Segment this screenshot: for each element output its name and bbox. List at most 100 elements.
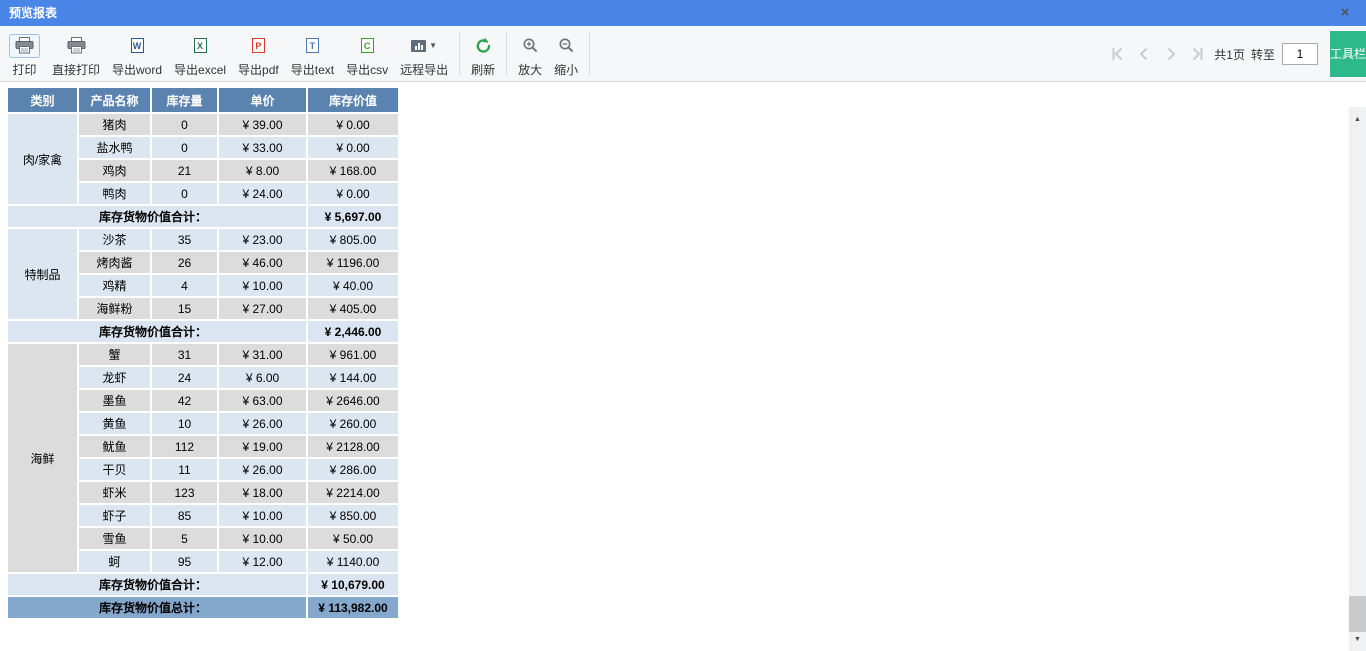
- unit-price-cell: ¥ 19.00: [219, 436, 306, 457]
- scrollbar-thumb[interactable]: [1349, 596, 1366, 632]
- subtotal-value-cell: ¥ 10,679.00: [308, 574, 398, 595]
- stock-qty-cell: 85: [152, 505, 217, 526]
- category-cell: 海鲜: [8, 344, 77, 572]
- table-row: 特制品 沙茶 35 ¥ 23.00 ¥ 805.00: [8, 229, 398, 319]
- product-name-cell: 鱿鱼: [79, 436, 150, 457]
- unit-price-cell: ¥ 39.00: [219, 114, 306, 135]
- product-name-cell: 黄鱼: [79, 413, 150, 434]
- product-name-cell: 干贝: [79, 459, 150, 480]
- stock-qty-cell: 15: [152, 298, 217, 319]
- grand-total-label-cell: 库存货物价值总计：: [8, 597, 306, 618]
- refresh-button[interactable]: 刷新: [466, 30, 500, 78]
- stock-qty-cell: 42: [152, 390, 217, 411]
- word-doc-icon: W: [130, 38, 144, 53]
- product-name-cell: 龙虾: [79, 367, 150, 388]
- stock-qty-cell: 0: [152, 114, 217, 135]
- stock-value-cell: ¥ 0.00: [308, 137, 398, 158]
- unit-price-cell: ¥ 8.00: [219, 160, 306, 181]
- subtotal-row: 库存货物价值合计： ¥ 5,697.00: [8, 206, 398, 227]
- printer-icon: [67, 34, 86, 58]
- product-name-cell: 鸭肉: [79, 183, 150, 204]
- dropdown-caret-icon: ▼: [429, 41, 438, 50]
- scroll-up-icon[interactable]: ▲: [1349, 111, 1366, 127]
- product-name-cell: 海鲜粉: [79, 298, 150, 319]
- unit-price-cell: ¥ 10.00: [219, 528, 306, 549]
- export-pdf-button[interactable]: P 导出pdf: [233, 30, 284, 78]
- stock-value-cell: ¥ 0.00: [308, 183, 398, 204]
- stock-value-cell: ¥ 405.00: [308, 298, 398, 319]
- subtotal-row: 库存货物价值合计： ¥ 2,446.00: [8, 321, 398, 342]
- stock-value-cell: ¥ 50.00: [308, 528, 398, 549]
- column-header: 单价: [219, 88, 306, 112]
- zoom-out-label: 缩小: [554, 62, 579, 77]
- stock-value-cell: ¥ 168.00: [308, 160, 398, 181]
- close-icon[interactable]: ×: [1332, 0, 1358, 26]
- zoom-out-button[interactable]: 缩小: [549, 30, 583, 78]
- stock-qty-cell: 4: [152, 275, 217, 296]
- stock-value-cell: ¥ 1196.00: [308, 252, 398, 273]
- export-csv-button[interactable]: C 导出csv: [341, 30, 393, 78]
- column-header: 类别: [8, 88, 77, 112]
- stock-qty-cell: 10: [152, 413, 217, 434]
- product-name-cell: 蟹: [79, 344, 150, 365]
- product-name-cell: 虾子: [79, 505, 150, 526]
- stock-qty-cell: 24: [152, 367, 217, 388]
- export-word-label: 导出word: [112, 62, 163, 77]
- print-button[interactable]: 打印: [4, 30, 45, 78]
- stock-value-cell: ¥ 961.00: [308, 344, 398, 365]
- zoom-in-button[interactable]: 放大: [513, 30, 547, 78]
- grand-total-value-cell: ¥ 113,982.00: [308, 597, 398, 618]
- stock-qty-cell: 21: [152, 160, 217, 181]
- export-text-button[interactable]: T 导出text: [286, 30, 339, 78]
- first-page-button[interactable]: [1103, 41, 1130, 68]
- report-preview-window: 预览报表 × 打印 直接打印 W 导出word X 导出excel P 导出pdf T 导出tex…: [0, 0, 1366, 651]
- page-number-input[interactable]: [1282, 43, 1318, 65]
- stock-value-cell: ¥ 2128.00: [308, 436, 398, 457]
- export-excel-button[interactable]: X 导出excel: [169, 30, 231, 78]
- stock-value-cell: ¥ 1140.00: [308, 551, 398, 572]
- tool-panel-toggle-button[interactable]: 工具栏: [1330, 31, 1366, 77]
- text-doc-icon: T: [305, 38, 319, 53]
- product-name-cell: 鸡肉: [79, 160, 150, 181]
- remote-export-label: 远程导出: [400, 62, 449, 77]
- export-pdf-label: 导出pdf: [238, 62, 279, 77]
- product-name-cell: 沙茶: [79, 229, 150, 250]
- stock-value-cell: ¥ 260.00: [308, 413, 398, 434]
- stock-qty-cell: 11: [152, 459, 217, 480]
- zoom-in-label: 放大: [518, 62, 543, 77]
- goto-page-label: 转至: [1250, 47, 1275, 62]
- export-word-button[interactable]: W 导出word: [107, 30, 167, 78]
- unit-price-cell: ¥ 12.00: [219, 551, 306, 572]
- table-row: 肉/家禽 猪肉 0 ¥ 39.00 ¥ 0.00: [8, 114, 398, 204]
- vertical-scrollbar[interactable]: ▲ ▼: [1349, 107, 1366, 651]
- direct-print-button[interactable]: 直接打印: [47, 30, 105, 78]
- remote-export-button[interactable]: ▼ 远程导出: [395, 30, 453, 78]
- subtotal-value-cell: ¥ 5,697.00: [308, 206, 398, 227]
- last-page-button[interactable]: [1184, 41, 1211, 68]
- unit-price-cell: ¥ 33.00: [219, 137, 306, 158]
- text-doc-icon: T: [305, 34, 319, 58]
- stock-qty-cell: 112: [152, 436, 217, 457]
- refresh-label: 刷新: [471, 62, 496, 77]
- pdf-doc-icon: P: [251, 34, 265, 58]
- direct-print-label: 直接打印: [52, 62, 101, 77]
- export-excel-label: 导出excel: [174, 62, 227, 77]
- unit-price-cell: ¥ 24.00: [219, 183, 306, 204]
- stock-qty-cell: 95: [152, 551, 217, 572]
- excel-doc-icon: X: [193, 38, 207, 53]
- export-csv-label: 导出csv: [346, 62, 389, 77]
- word-doc-icon: W: [130, 34, 144, 58]
- unit-price-cell: ¥ 6.00: [219, 367, 306, 388]
- subtotal-value-cell: ¥ 2,446.00: [308, 321, 398, 342]
- export-text-label: 导出text: [290, 62, 335, 77]
- stock-qty-cell: 0: [152, 183, 217, 204]
- unit-price-cell: ¥ 46.00: [219, 252, 306, 273]
- scroll-down-icon[interactable]: ▼: [1349, 631, 1366, 647]
- unit-price-cell: ¥ 18.00: [219, 482, 306, 503]
- previous-page-button[interactable]: [1130, 41, 1157, 68]
- unit-price-cell: ¥ 10.00: [219, 275, 306, 296]
- subtotal-label-cell: 库存货物价值合计：: [8, 574, 306, 595]
- next-page-button[interactable]: [1157, 41, 1184, 68]
- product-name-cell: 盐水鸭: [79, 137, 150, 158]
- unit-price-cell: ¥ 63.00: [219, 390, 306, 411]
